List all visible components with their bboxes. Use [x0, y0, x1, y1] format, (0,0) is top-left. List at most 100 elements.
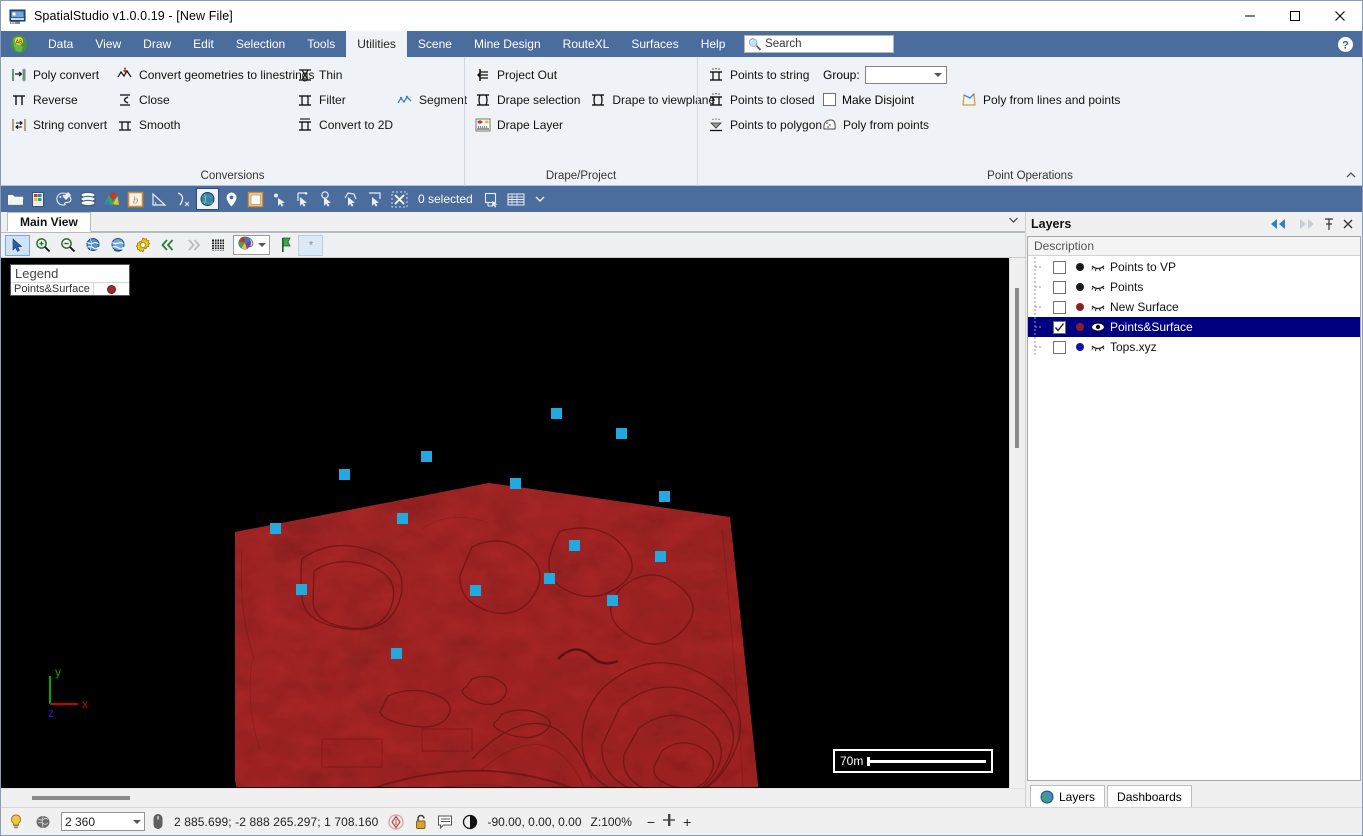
eye-closed-icon[interactable]: [1088, 300, 1108, 314]
menu-item-edit[interactable]: Edit: [182, 31, 225, 57]
location-pin-icon[interactable]: [220, 188, 243, 210]
layer-visibility-checkbox[interactable]: [1053, 300, 1066, 314]
layers-column-header[interactable]: Description: [1028, 237, 1360, 256]
globe-rotate-icon[interactable]: [80, 235, 105, 256]
close-panel-icon[interactable]: [1342, 218, 1354, 230]
zoom-slider-handle[interactable]: [662, 812, 676, 831]
menu-item-view[interactable]: View: [84, 31, 132, 57]
menu-item-mine-design[interactable]: Mine Design: [463, 31, 552, 57]
menu-item-selection[interactable]: Selection: [225, 31, 296, 57]
eye-closed-icon[interactable]: [1088, 280, 1108, 294]
clear-selection-icon[interactable]: [388, 188, 411, 210]
point-marker[interactable]: [551, 408, 562, 419]
menu-item-utilities[interactable]: Utilities: [346, 31, 407, 57]
group-combo[interactable]: [864, 65, 947, 84]
point-marker[interactable]: [339, 469, 350, 480]
layer-color-dot[interactable]: [1072, 283, 1088, 291]
zoom-in-button[interactable]: +: [683, 814, 691, 830]
toolbar-overflow-icon[interactable]: [529, 188, 552, 210]
3d-viewport[interactable]: Legend Points&Surface y x z 70m: [1, 258, 1009, 788]
layer-row[interactable]: Points to VP: [1028, 257, 1360, 277]
menu-item-scene[interactable]: Scene: [407, 31, 463, 57]
pointer-tool-icon[interactable]: [5, 234, 30, 256]
layer-row[interactable]: Tops.xyz: [1028, 337, 1360, 357]
point-marker[interactable]: [616, 428, 627, 439]
viewport-horizontal-scrollbar[interactable]: [1, 788, 1025, 807]
make-disjoint-row[interactable]: Make Disjoint: [817, 87, 957, 112]
collapse-left-icon[interactable]: [1269, 218, 1289, 230]
select-rect-icon[interactable]: [364, 188, 387, 210]
zoom-out-icon[interactable]: [55, 235, 80, 256]
layer-color-dot[interactable]: [1072, 343, 1088, 351]
point-marker[interactable]: [569, 540, 580, 551]
selection-list-icon[interactable]: [505, 188, 528, 210]
point-marker[interactable]: [607, 595, 618, 606]
tab-dashboards[interactable]: Dashboards: [1107, 785, 1192, 807]
menu-item-routexl[interactable]: RouteXL: [552, 31, 621, 57]
scrollbar-thumb[interactable]: [32, 796, 130, 800]
help-circle-icon[interactable]: ?: [1337, 31, 1354, 57]
legend[interactable]: Legend Points&Surface: [10, 264, 130, 296]
layer-color-dot[interactable]: [1072, 263, 1088, 271]
filter-button[interactable]: Filter: [293, 87, 393, 112]
star-icon[interactable]: *: [298, 234, 323, 256]
map-pin-icon[interactable]: [100, 188, 123, 210]
scale-combo[interactable]: 2 360: [61, 812, 145, 831]
data-table-icon[interactable]: [28, 188, 51, 210]
point-marker[interactable]: [391, 648, 402, 659]
close-button[interactable]: [1317, 1, 1362, 31]
layer-visibility-checkbox[interactable]: [1053, 340, 1066, 354]
menu-item-data[interactable]: Data: [37, 31, 84, 57]
point-marker[interactable]: [470, 585, 481, 596]
select-poly-icon[interactable]: [340, 188, 363, 210]
drape-layer-button[interactable]: Drape Layer: [471, 112, 586, 137]
curve-tool-icon[interactable]: [172, 188, 195, 210]
convert-geometries-button[interactable]: Convert geometries to linestrings: [113, 62, 314, 87]
point-marker[interactable]: [421, 451, 432, 462]
point-marker[interactable]: [659, 491, 670, 502]
layer-row[interactable]: Points: [1028, 277, 1360, 297]
note-icon[interactable]: [437, 814, 453, 830]
zoom-slider[interactable]: − +: [647, 812, 691, 831]
grid-icon[interactable]: [205, 235, 230, 256]
point-marker[interactable]: [544, 573, 555, 584]
zoom-in-icon[interactable]: [30, 235, 55, 256]
ribbon-collapse-button[interactable]: [1345, 170, 1357, 184]
zoom-out-button[interactable]: −: [647, 814, 655, 830]
select-point-icon[interactable]: [268, 188, 291, 210]
points-to-closed-button[interactable]: Points to closed: [704, 87, 817, 112]
drape-viewplane-button[interactable]: Drape to viewplane: [586, 87, 715, 112]
layer-row[interactable]: New Surface: [1028, 297, 1360, 317]
menu-item-tools[interactable]: Tools: [296, 31, 346, 57]
drape-selection-button[interactable]: Drape selection: [471, 87, 586, 112]
brain-icon[interactable]: [34, 813, 52, 831]
layer-row[interactable]: Points&Surface: [1028, 317, 1360, 337]
lightbulb-icon[interactable]: [7, 813, 25, 831]
view-angle-icon[interactable]: [462, 814, 478, 830]
layers-stack-icon[interactable]: [76, 188, 99, 210]
point-marker[interactable]: [296, 584, 307, 595]
make-disjoint-checkbox[interactable]: [823, 93, 836, 106]
point-marker[interactable]: [270, 523, 281, 534]
open-folder-icon[interactable]: [4, 188, 27, 210]
palette-icon[interactable]: [52, 188, 75, 210]
point-marker[interactable]: [510, 478, 521, 489]
layer-color-dot[interactable]: [1072, 303, 1088, 311]
maximize-button[interactable]: [1272, 1, 1317, 31]
viewport-vertical-scrollbar[interactable]: [1009, 258, 1025, 788]
globe-view-icon[interactable]: [196, 188, 219, 210]
segment-button[interactable]: Segment: [393, 87, 473, 112]
convert-2d-button[interactable]: Convert to 2D: [293, 112, 393, 137]
poly-convert-button[interactable]: Poly convert: [7, 62, 113, 87]
poly-from-points-button[interactable]: Poly from points: [817, 112, 957, 137]
menu-item-help[interactable]: Help: [690, 31, 737, 57]
lock-icon[interactable]: [414, 813, 428, 831]
globe-logo-icon[interactable]: AB: [1, 31, 37, 57]
window-snap-icon[interactable]: [244, 188, 267, 210]
smooth-button[interactable]: Smooth: [113, 112, 293, 137]
layer-color-dot[interactable]: [1072, 323, 1088, 331]
snap-icon[interactable]: [387, 813, 405, 831]
point-marker[interactable]: [655, 551, 666, 562]
selection-copy-icon[interactable]: [481, 188, 504, 210]
collapse-right-icon[interactable]: [1296, 218, 1316, 230]
